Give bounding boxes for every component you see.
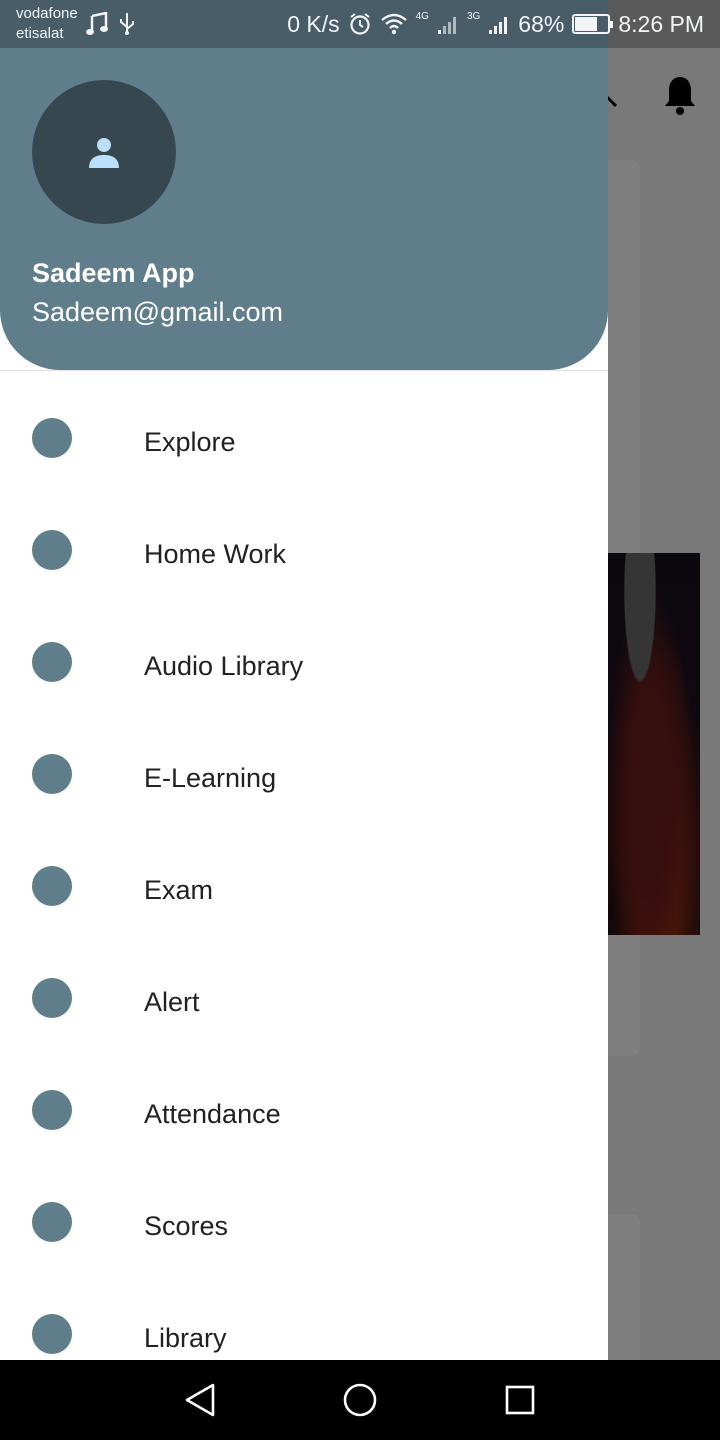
home-circle-icon: [343, 1383, 377, 1417]
menu-dot-icon: [32, 530, 72, 570]
recents-button[interactable]: [500, 1380, 540, 1420]
menu-item-exam[interactable]: Exam: [0, 834, 608, 946]
menu-item-audio-library[interactable]: Audio Library: [0, 610, 608, 722]
carrier-info: vodafone etisalat: [16, 4, 78, 44]
carrier-name-1: vodafone: [16, 5, 78, 22]
menu-dot-icon: [32, 1314, 72, 1354]
carrier-name-2: etisalat: [16, 25, 64, 42]
menu-item-scores[interactable]: Scores: [0, 1170, 608, 1282]
status-bar: vodafone etisalat 0 K/s 4G 3G 68% 8:26 P…: [0, 0, 720, 48]
clock: 8:26 PM: [618, 10, 704, 37]
wifi-icon: [380, 13, 407, 35]
music-icon: [86, 12, 108, 35]
menu-item-library[interactable]: Library: [0, 1282, 608, 1360]
home-button[interactable]: [340, 1380, 380, 1420]
divider: [0, 370, 608, 371]
user-email: Sadeem@gmail.com: [32, 297, 284, 327]
menu-item-label: Library: [144, 1323, 227, 1353]
back-button[interactable]: [180, 1380, 220, 1420]
navigation-drawer: Sadeem App Sadeem@gmail.com Explore Home…: [0, 0, 608, 1360]
back-triangle-icon: [185, 1383, 215, 1417]
status-icons-left: [86, 12, 136, 36]
menu-item-attendance[interactable]: Attendance: [0, 1058, 608, 1170]
menu-item-alert[interactable]: Alert: [0, 946, 608, 1058]
menu-dot-icon: [32, 418, 72, 458]
menu-dot-icon: [32, 754, 72, 794]
system-navigation-bar: [0, 1360, 720, 1440]
menu-item-label: Exam: [144, 875, 214, 905]
menu-dot-icon: [32, 978, 72, 1018]
usb-icon: [120, 13, 134, 35]
network-speed: 0 K/s: [287, 10, 340, 37]
signal-icon-2: [489, 17, 508, 34]
menu-item-label: E-Learning: [144, 763, 277, 793]
user-name: Sadeem App: [32, 258, 195, 288]
network-type-1: 4G: [415, 10, 429, 22]
drawer-header: Sadeem App Sadeem@gmail.com: [0, 0, 608, 370]
menu-dot-icon: [32, 642, 72, 682]
status-icons-right: 0 K/s 4G 3G 68% 8:26 PM: [287, 0, 704, 48]
recents-square-icon: [505, 1385, 535, 1415]
menu-dot-icon: [32, 1202, 72, 1242]
menu-item-e-learning[interactable]: E-Learning: [0, 722, 608, 834]
battery-icon: [572, 14, 614, 34]
alarm-icon: [350, 13, 370, 35]
menu-dot-icon: [32, 1090, 72, 1130]
network-type-2: 3G: [466, 10, 481, 22]
menu-dot-icon: [32, 866, 72, 906]
battery-percent: 68%: [518, 10, 565, 37]
battery-level: [575, 17, 598, 31]
signal-icon-1: [437, 17, 456, 34]
menu-item-label: Home Work: [144, 539, 287, 569]
menu-item-label: Audio Library: [144, 651, 304, 681]
menu-item-label: Alert: [144, 987, 200, 1017]
menu-item-explore[interactable]: Explore: [0, 386, 608, 498]
menu-item-label: Scores: [144, 1211, 229, 1241]
menu-item-home-work[interactable]: Home Work: [0, 498, 608, 610]
drawer-menu: Explore Home Work Audio Library E-Learni…: [0, 386, 608, 1360]
menu-item-label: Explore: [144, 427, 236, 457]
menu-item-label: Attendance: [144, 1099, 281, 1129]
avatar[interactable]: [32, 80, 176, 224]
person-icon: [89, 138, 119, 168]
